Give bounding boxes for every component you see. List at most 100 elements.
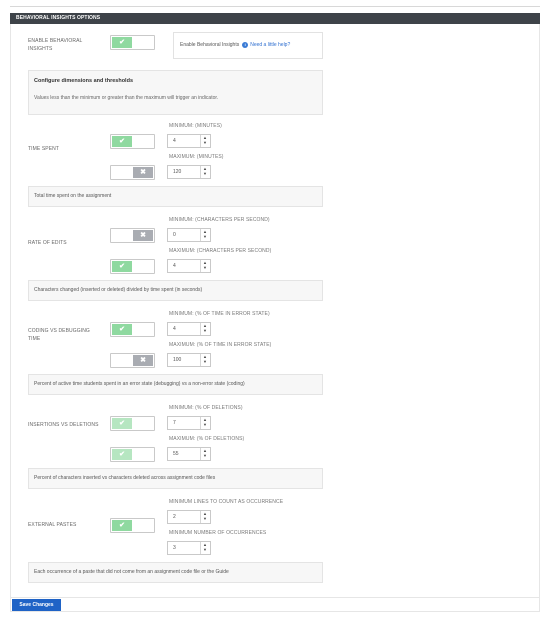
top-divider xyxy=(10,6,540,7)
check-icon: ✔ xyxy=(112,449,132,460)
insertions-vs-deletions-max-input-value[interactable]: 55 xyxy=(173,448,179,460)
spin-down-icon[interactable]: ▼ xyxy=(203,172,207,176)
toggle-track xyxy=(133,449,153,460)
external-pastes-min-input-value[interactable]: 2 xyxy=(173,511,176,523)
coding-vs-debugging-max-input-value[interactable]: 100 xyxy=(173,354,181,366)
spinner[interactable]: ▲ ▼ xyxy=(200,542,210,554)
coding-vs-debugging-min-label: MINIMUM: (% OF TIME IN ERROR STATE) xyxy=(169,311,270,317)
external-pastes-max-label: MINIMUM NUMBER OF OCCURRENCES xyxy=(169,530,267,536)
check-icon: ✔ xyxy=(112,261,132,272)
insertions-vs-deletions-label: INSERTIONS VS DELETIONS xyxy=(28,422,99,428)
config-box: Configure dimensions and thresholds Valu… xyxy=(28,70,323,115)
spinner[interactable]: ▲ ▼ xyxy=(200,354,210,366)
rate-of-edits-max-input[interactable]: 4 ▲ ▼ xyxy=(167,259,211,273)
external-pastes-toggle[interactable]: ✔ xyxy=(110,518,155,533)
external-pastes-min-label: MINIMUM LINES TO COUNT AS OCCURRENCE xyxy=(169,499,284,505)
config-subtitle: Values less than the minimum or greater … xyxy=(34,95,219,101)
coding-vs-debugging-min-toggle[interactable]: ✔ xyxy=(110,322,155,337)
external-pastes-label: EXTERNAL PASTES xyxy=(28,522,77,528)
spin-down-icon[interactable]: ▼ xyxy=(203,423,207,427)
spinner[interactable]: ▲ ▼ xyxy=(200,260,210,272)
enable-toggle[interactable]: ✔ xyxy=(110,35,155,50)
external-pastes-min-input[interactable]: 2 ▲ ▼ xyxy=(167,510,211,524)
insertions-vs-deletions-min-input-value[interactable]: 7 xyxy=(173,417,176,429)
spin-down-icon[interactable]: ▼ xyxy=(203,454,207,458)
toggle-track xyxy=(133,418,153,429)
rate-of-edits-min-input-value[interactable]: 0 xyxy=(173,229,176,241)
insertions-vs-deletions-min-input[interactable]: 7 ▲ ▼ xyxy=(167,416,211,430)
spinner[interactable]: ▲ ▼ xyxy=(200,135,210,147)
check-icon: ✔ xyxy=(112,520,132,531)
coding-vs-debugging-max-input[interactable]: 100 ▲ ▼ xyxy=(167,353,211,367)
x-icon: ✖ xyxy=(133,230,153,241)
coding-vs-debugging-label: CODING VS DEBUGGING TIME xyxy=(28,328,90,342)
rate-of-edits-min-label: MINIMUM: (CHARACTERS PER SECOND) xyxy=(169,217,270,223)
time-spent-min-input-value[interactable]: 4 xyxy=(173,135,176,147)
coding-vs-debugging-max-toggle[interactable]: ✖ xyxy=(110,353,155,368)
toggle-track xyxy=(112,355,133,366)
toggle-track xyxy=(133,520,153,531)
check-icon: ✔ xyxy=(112,37,132,48)
spinner[interactable]: ▲ ▼ xyxy=(200,417,210,429)
spin-down-icon[interactable]: ▼ xyxy=(203,235,207,239)
insertions-vs-deletions-min-label: MINIMUM: (% OF DELETIONS) xyxy=(169,405,243,411)
rate-of-edits-min-input[interactable]: 0 ▲ ▼ xyxy=(167,228,211,242)
time-spent-max-input-value[interactable]: 120 xyxy=(173,166,181,178)
rate-of-edits-max-toggle[interactable]: ✔ xyxy=(110,259,155,274)
coding-vs-debugging-description: Percent of active time students spent in… xyxy=(28,374,323,395)
insertions-vs-deletions-description: Percent of characters inserted vs charac… xyxy=(28,468,323,489)
check-icon: ✔ xyxy=(112,324,132,335)
coding-vs-debugging-max-label: MAXIMUM: (% OF TIME IN ERROR STATE) xyxy=(169,342,272,348)
toggle-track xyxy=(133,136,153,147)
check-icon: ✔ xyxy=(112,136,132,147)
enable-info-text: Enable Behavioral Insights xyxy=(180,42,240,48)
enable-info-box: Enable Behavioral Insights i Need a little… xyxy=(173,32,323,59)
section-title: BEHAVIORAL INSIGHTS OPTIONS xyxy=(16,15,101,21)
spinner[interactable]: ▲ ▼ xyxy=(200,323,210,335)
time-spent-label: TIME SPENT xyxy=(28,146,60,152)
time-spent-max-toggle[interactable]: ✖ xyxy=(110,165,155,180)
rate-of-edits-description: Characters changed (inserted or deleted)… xyxy=(28,280,323,301)
section-header: BEHAVIORAL INSIGHTS OPTIONS xyxy=(10,13,540,24)
rate-of-edits-max-input-value[interactable]: 4 xyxy=(173,260,176,272)
spin-down-icon[interactable]: ▼ xyxy=(203,360,207,364)
spin-down-icon[interactable]: ▼ xyxy=(203,517,207,521)
save-button[interactable]: Save Changes xyxy=(12,599,61,611)
rate-of-edits-min-toggle[interactable]: ✖ xyxy=(110,228,155,243)
time-spent-min-toggle[interactable]: ✔ xyxy=(110,134,155,149)
enable-label: ENABLE BEHAVIORAL INSIGHTS xyxy=(28,38,83,52)
external-pastes-max-input[interactable]: 3 ▲ ▼ xyxy=(167,541,211,555)
help-link[interactable]: Need a little help? xyxy=(250,42,290,48)
config-title: Configure dimensions and thresholds xyxy=(34,78,134,84)
toggle-track xyxy=(112,167,133,178)
coding-vs-debugging-min-input[interactable]: 4 ▲ ▼ xyxy=(167,322,211,336)
time-spent-max-label: MAXIMUM: (MINUTES) xyxy=(169,154,224,160)
time-spent-min-label: MINIMUM: (MINUTES) xyxy=(169,123,222,129)
time-spent-max-input[interactable]: 120 ▲ ▼ xyxy=(167,165,211,179)
spin-down-icon[interactable]: ▼ xyxy=(203,266,207,270)
spinner[interactable]: ▲ ▼ xyxy=(200,511,210,523)
check-icon: ✔ xyxy=(112,418,132,429)
time-spent-description: Total time spent on the assignment xyxy=(28,186,323,207)
x-icon: ✖ xyxy=(133,167,153,178)
footer-bar xyxy=(10,598,540,612)
toggle-track xyxy=(133,324,153,335)
insertions-vs-deletions-max-toggle[interactable]: ✔ xyxy=(110,447,155,462)
time-spent-min-input[interactable]: 4 ▲ ▼ xyxy=(167,134,211,148)
spinner[interactable]: ▲ ▼ xyxy=(200,229,210,241)
rate-of-edits-max-label: MAXIMUM: (CHARACTERS PER SECOND) xyxy=(169,248,272,254)
insertions-vs-deletions-max-input[interactable]: 55 ▲ ▼ xyxy=(167,447,211,461)
coding-vs-debugging-min-input-value[interactable]: 4 xyxy=(173,323,176,335)
rate-of-edits-label: RATE OF EDITS xyxy=(28,240,67,246)
toggle-track xyxy=(133,261,153,272)
insertions-vs-deletions-min-toggle[interactable]: ✔ xyxy=(110,416,155,431)
insertions-vs-deletions-max-label: MAXIMUM: (% OF DELETIONS) xyxy=(169,436,245,442)
spin-down-icon[interactable]: ▼ xyxy=(203,141,207,145)
spinner[interactable]: ▲ ▼ xyxy=(200,166,210,178)
external-pastes-max-input-value[interactable]: 3 xyxy=(173,542,176,554)
help-icon[interactable]: i xyxy=(242,41,249,48)
x-icon: ✖ xyxy=(133,355,153,366)
spin-down-icon[interactable]: ▼ xyxy=(203,329,207,333)
spin-down-icon[interactable]: ▼ xyxy=(203,548,207,552)
spinner[interactable]: ▲ ▼ xyxy=(200,448,210,460)
